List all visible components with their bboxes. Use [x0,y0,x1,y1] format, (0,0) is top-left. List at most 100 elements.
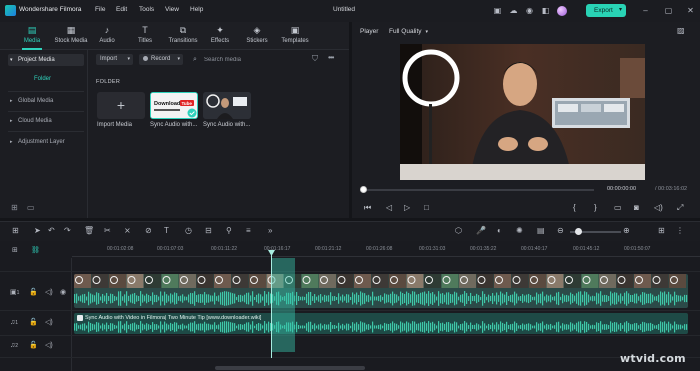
sidebar-item-global-media[interactable]: ▸ Global Media [8,95,84,107]
avatar[interactable] [557,6,567,16]
adjust-icon[interactable]: ≡ [246,226,251,235]
zoom-slider-handle[interactable] [575,228,582,235]
zoom-out-icon[interactable]: ⊖ [557,226,564,235]
freeze-icon[interactable]: ⊟ [205,226,212,235]
text-icon[interactable]: T [164,226,169,235]
render-icon[interactable]: ⬡ [455,226,462,235]
waveform-bar [88,291,90,306]
tab-stickers[interactable]: ◈ Stickers [240,24,274,48]
tab-transitions[interactable]: ⧉ Transitions [166,24,200,48]
layout-grid-icon[interactable]: ⊞ [12,226,19,235]
waveform-bar [358,324,360,330]
media-clip-thumbnail[interactable] [203,92,251,119]
export-button[interactable]: Export ▾ [586,4,626,17]
video-preview[interactable] [400,44,645,180]
speaker-icon[interactable]: ◁) [45,288,53,297]
playback-scrubber[interactable] [362,189,594,191]
waveform-bar [218,324,220,330]
zoom-in-icon[interactable]: ⊕ [623,226,630,235]
eye-icon[interactable]: ◉ [60,288,66,297]
menu-view[interactable]: View [165,6,179,13]
sidebar-item-folder[interactable]: Folder [34,76,51,82]
mark-out-icon[interactable]: } [594,203,597,212]
video-clip[interactable] [74,274,688,308]
volume-icon[interactable]: ◁) [654,203,663,212]
more-options-icon[interactable]: ••• [328,53,334,62]
timeline-selection[interactable] [271,258,295,352]
ai-icon[interactable]: ✺ [516,226,523,235]
tab-templates[interactable]: ▣ Templates [278,24,312,48]
lock-icon[interactable]: 🔓 [29,341,38,350]
waveform-bar [368,324,370,330]
divider [0,357,700,358]
tab-media[interactable]: ▤ Media [15,24,49,48]
split-icon[interactable]: ✂ [104,226,111,235]
tab-audio[interactable]: ♪ Audio [90,24,124,48]
waveform-bar [212,324,214,330]
tab-titles[interactable]: T Titles [128,24,162,48]
scrubber-handle[interactable] [360,186,367,193]
timeline-scrollbar[interactable] [215,366,365,370]
play-icon[interactable]: ▷ [404,203,410,212]
record-dropdown[interactable]: Record ▾ [139,54,183,65]
menu-tools[interactable]: Tools [139,6,154,13]
save-icon[interactable]: ▣ [492,5,503,16]
lock-icon[interactable]: 🔓 [29,288,38,297]
waveform-bar [406,321,408,333]
timer-icon[interactable]: ◷ [185,226,192,235]
voice-icon[interactable]: ◐ [497,226,502,235]
microphone-icon[interactable]: 🎤 [476,226,486,235]
waveform-bar [470,292,472,305]
import-dropdown[interactable]: Import ▾ [96,54,133,65]
sidebar-item-cloud-media[interactable]: ▸ Cloud Media [8,115,84,127]
quality-dropdown[interactable]: Full Quality ▾ [389,28,428,35]
tab-stock-media[interactable]: ▦ Stock Media [54,24,88,48]
cut-icon[interactable]: ⨯ [124,226,131,235]
close-icon[interactable]: ✕ [685,5,696,16]
redo-icon[interactable]: ↷ [64,226,71,235]
tab-effects[interactable]: ✦ Effects [203,24,237,48]
previous-frame-icon[interactable]: ⏮ [364,203,371,212]
camera-icon[interactable]: ◙ [634,203,639,212]
speaker-icon[interactable]: ◁) [45,318,53,327]
link-icon[interactable]: ⛓ [31,246,40,255]
new-folder-icon[interactable]: ⊞ [11,203,20,212]
waveform-bar [174,322,176,332]
add-track-icon[interactable]: ⊞ [12,246,18,255]
menu-help[interactable]: Help [190,6,203,13]
grid-view-icon[interactable]: ⊞ [658,226,665,235]
import-media-card[interactable]: + [97,92,145,119]
cloud-icon[interactable]: ☁ [508,5,519,16]
search-input[interactable] [204,54,299,65]
playhead[interactable] [271,252,272,358]
folder-icon[interactable]: ▭ [27,203,36,212]
undo-icon[interactable]: ↶ [48,226,55,235]
minimize-icon[interactable]: – [640,5,651,16]
more-vertical-icon[interactable]: ⋮ [676,226,684,235]
stop-icon[interactable]: □ [424,203,429,212]
delete-icon[interactable]: 🗑 [84,226,94,235]
filter-icon[interactable]: ⛉ [312,54,318,64]
sidebar-item-project-media[interactable]: ▾ Project Media [8,54,84,66]
crop-icon[interactable]: ⊘ [145,226,152,235]
display-icon[interactable]: ▭ [614,203,622,212]
subtitle-icon[interactable]: ▤ [537,226,545,235]
waveform-bar [390,323,392,331]
mark-in-icon[interactable]: { [573,203,576,212]
sidebar-item-adjustment-layer[interactable]: ▸ Adjustment Layer [8,136,84,148]
media-clip-thumbnail[interactable]: Download Tube [150,92,198,119]
waveform-bar [148,295,150,302]
speaker-icon[interactable]: ◁) [45,341,53,350]
menu-file[interactable]: File [95,6,105,13]
headphones-icon[interactable]: ◉ [524,5,535,16]
step-back-icon[interactable]: ◁ [386,203,392,212]
menu-edit[interactable]: Edit [116,6,127,13]
fullscreen-icon[interactable]: ⤢ [677,203,683,212]
image-icon[interactable]: ▨ [677,26,685,35]
more-tools-icon[interactable]: » [268,226,272,235]
lock-icon[interactable]: 🔓 [29,318,38,327]
select-pointer-icon[interactable]: ➤ [34,226,41,235]
notification-icon[interactable]: ◧ [540,5,551,16]
maximize-icon[interactable]: ▢ [663,5,674,16]
speed-icon[interactable]: ⚲ [226,226,232,235]
